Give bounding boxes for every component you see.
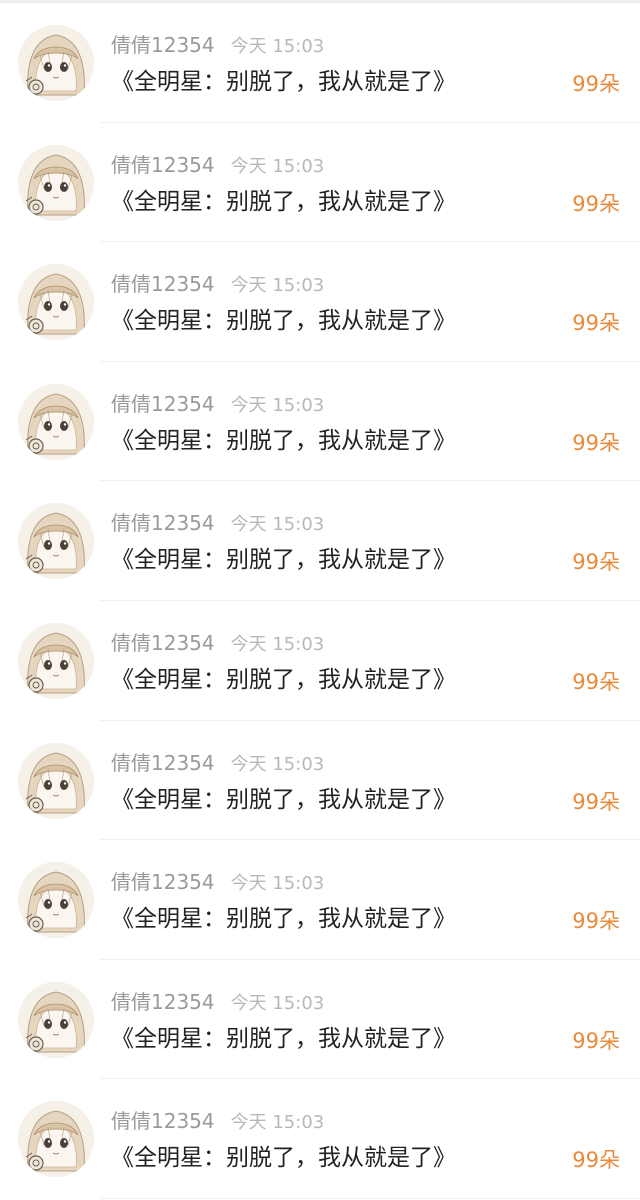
message-text: 《全明星：别脱了，我从就是了》 <box>111 1025 456 1052</box>
avatar-icon <box>18 25 94 101</box>
list-item[interactable]: 倩倩12354 今天 15:03 《全明星：别脱了，我从就是了》 99朵 <box>0 481 640 601</box>
avatar-icon <box>18 264 94 341</box>
flower-count: 99朵 <box>572 430 620 455</box>
username[interactable]: 倩倩12354 <box>111 751 215 775</box>
message-text: 《全明星：别脱了，我从就是了》 <box>111 188 456 215</box>
list-item[interactable]: 倩倩12354 今天 15:03 《全明星：别脱了，我从就是了》 99朵 <box>0 1079 640 1199</box>
flower-count: 99朵 <box>572 789 620 814</box>
message-text: 《全明星：别脱了，我从就是了》 <box>111 906 456 933</box>
timestamp: 今天 15:03 <box>230 1112 325 1134</box>
avatar[interactable] <box>18 25 94 101</box>
list-item[interactable]: 倩倩12354 今天 15:03 《全明星：别脱了，我从就是了》 99朵 <box>0 3 640 123</box>
flower-count: 99朵 <box>572 311 620 336</box>
avatar[interactable] <box>18 622 94 699</box>
flower-count: 99朵 <box>572 1028 620 1053</box>
message-text: 《全明星：别脱了，我从就是了》 <box>111 69 456 95</box>
username[interactable]: 倩倩12354 <box>111 153 215 177</box>
avatar-icon <box>18 144 94 221</box>
username[interactable]: 倩倩12354 <box>111 33 215 57</box>
avatar[interactable] <box>18 383 94 460</box>
message-text: 《全明星：别脱了，我从就是了》 <box>111 547 456 574</box>
avatar-icon <box>18 503 94 580</box>
list-item[interactable]: 倩倩12354 今天 15:03 《全明星：别脱了，我从就是了》 99朵 <box>0 362 640 482</box>
avatar-icon <box>18 622 94 699</box>
username[interactable]: 倩倩12354 <box>111 272 215 296</box>
timestamp: 今天 15:03 <box>230 873 325 895</box>
timestamp: 今天 15:03 <box>230 394 325 416</box>
item-meta: 倩倩12354 今天 15:03 <box>111 988 324 1016</box>
message-text: 《全明星：别脱了，我从就是了》 <box>111 427 456 454</box>
flower-count: 99朵 <box>572 909 620 934</box>
flower-count: 99朵 <box>572 191 620 216</box>
avatar-icon <box>18 862 94 939</box>
item-meta: 倩倩12354 今天 15:03 <box>111 1107 324 1135</box>
avatar-icon <box>18 981 94 1058</box>
message-text: 《全明星：别脱了，我从就是了》 <box>111 1145 456 1172</box>
item-meta: 倩倩12354 今天 15:03 <box>111 390 324 418</box>
avatar[interactable] <box>18 1101 94 1178</box>
avatar[interactable] <box>18 503 94 580</box>
message-list-page: 倩倩12354 今天 15:03 《全明星：别脱了，我从就是了》 99朵 倩倩12… <box>0 0 640 1200</box>
list-item[interactable]: 倩倩12354 今天 15:03 《全明星：别脱了，我从就是了》 99朵 <box>0 242 640 362</box>
username[interactable]: 倩倩12354 <box>111 392 215 416</box>
list-item[interactable]: 倩倩12354 今天 15:03 《全明星：别脱了，我从就是了》 99朵 <box>0 123 640 243</box>
username[interactable]: 倩倩12354 <box>111 1109 215 1133</box>
row-divider <box>100 1197 640 1199</box>
avatar-icon <box>18 1101 94 1178</box>
timestamp: 今天 15:03 <box>230 275 325 297</box>
list-item[interactable]: 倩倩12354 今天 15:03 《全明星：别脱了，我从就是了》 99朵 <box>0 721 640 841</box>
timestamp: 今天 15:03 <box>230 992 325 1014</box>
avatar-icon <box>18 383 94 460</box>
message-text: 《全明星：别脱了，我从就是了》 <box>111 786 456 813</box>
item-meta: 倩倩12354 今天 15:03 <box>111 31 324 59</box>
flower-count: 99朵 <box>572 550 620 575</box>
flower-count: 99朵 <box>572 1148 620 1173</box>
timestamp: 今天 15:03 <box>230 753 325 775</box>
avatar-icon <box>18 742 94 819</box>
username[interactable]: 倩倩12354 <box>111 511 215 535</box>
timestamp: 今天 15:03 <box>230 155 325 177</box>
avatar[interactable] <box>18 742 94 819</box>
timestamp: 今天 15:03 <box>230 36 325 57</box>
comment-list: 倩倩12354 今天 15:03 《全明星：别脱了，我从就是了》 99朵 倩倩12… <box>0 3 640 1199</box>
avatar[interactable] <box>18 981 94 1058</box>
item-meta: 倩倩12354 今天 15:03 <box>111 151 324 179</box>
avatar[interactable] <box>18 264 94 341</box>
message-text: 《全明星：别脱了，我从就是了》 <box>111 666 456 693</box>
list-item[interactable]: 倩倩12354 今天 15:03 《全明星：别脱了，我从就是了》 99朵 <box>0 840 640 960</box>
timestamp: 今天 15:03 <box>230 514 325 536</box>
avatar[interactable] <box>18 862 94 939</box>
message-text: 《全明星：别脱了，我从就是了》 <box>111 308 456 335</box>
flower-count: 99朵 <box>572 669 620 694</box>
item-meta: 倩倩12354 今天 15:03 <box>111 629 324 657</box>
item-meta: 倩倩12354 今天 15:03 <box>111 270 324 298</box>
item-meta: 倩倩12354 今天 15:03 <box>111 868 324 896</box>
item-meta: 倩倩12354 今天 15:03 <box>111 749 324 777</box>
list-item[interactable]: 倩倩12354 今天 15:03 《全明星：别脱了，我从就是了》 99朵 <box>0 601 640 721</box>
list-item[interactable]: 倩倩12354 今天 15:03 《全明星：别脱了，我从就是了》 99朵 <box>0 960 640 1080</box>
username[interactable]: 倩倩12354 <box>111 631 215 655</box>
avatar[interactable] <box>18 144 94 221</box>
username[interactable]: 倩倩12354 <box>111 870 215 894</box>
username[interactable]: 倩倩12354 <box>111 990 215 1014</box>
flower-count: 99朵 <box>572 72 620 96</box>
timestamp: 今天 15:03 <box>230 633 325 655</box>
item-meta: 倩倩12354 今天 15:03 <box>111 509 324 537</box>
